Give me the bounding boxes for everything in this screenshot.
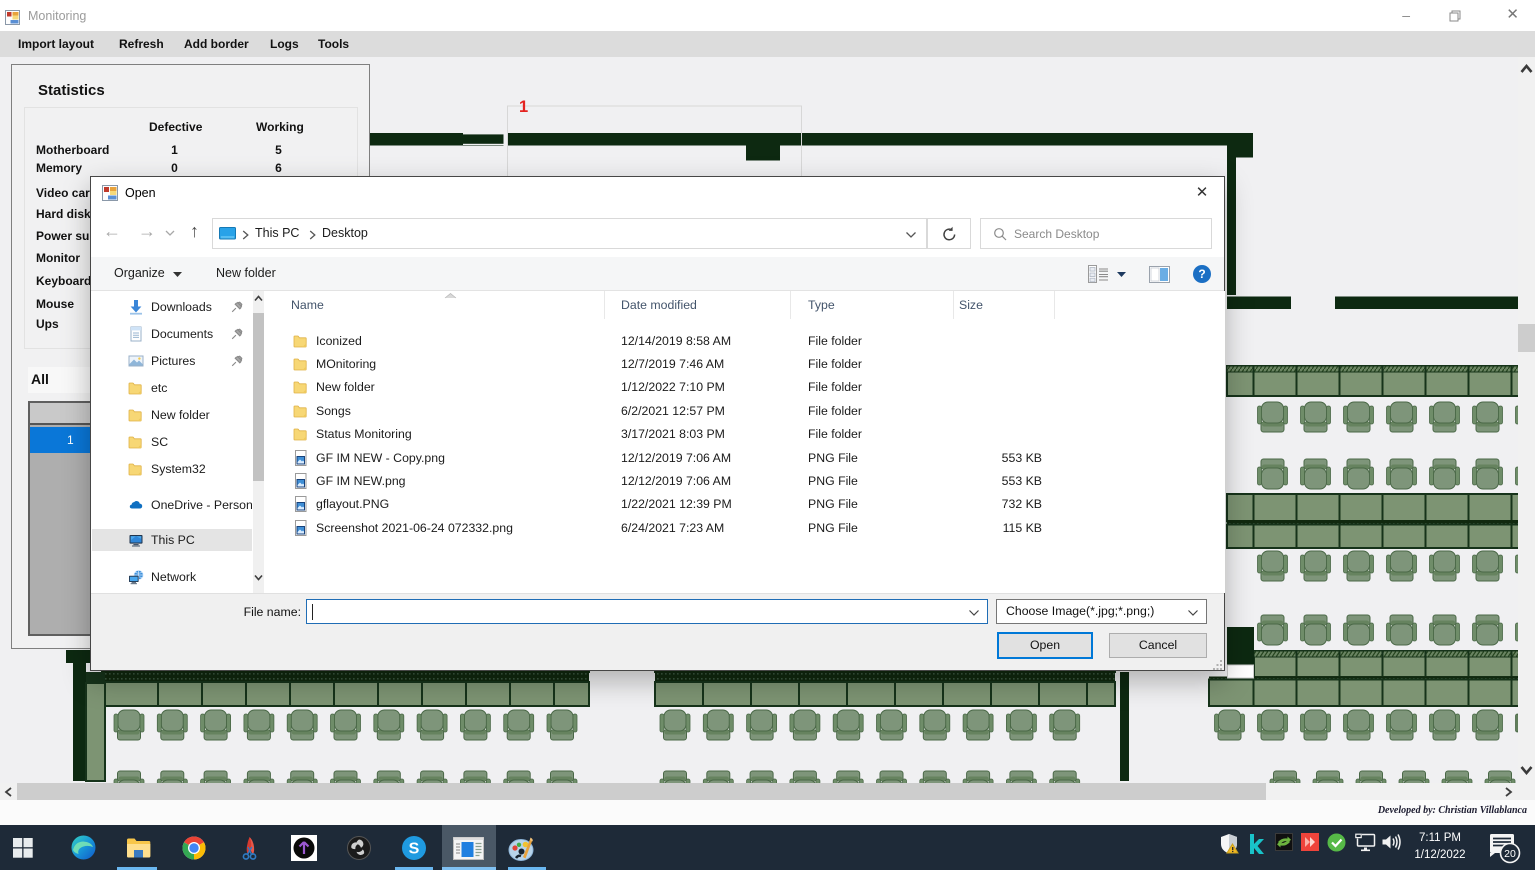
svg-text:S: S: [409, 841, 420, 858]
svg-text:1: 1: [519, 98, 528, 116]
svg-text:20: 20: [1504, 848, 1516, 860]
